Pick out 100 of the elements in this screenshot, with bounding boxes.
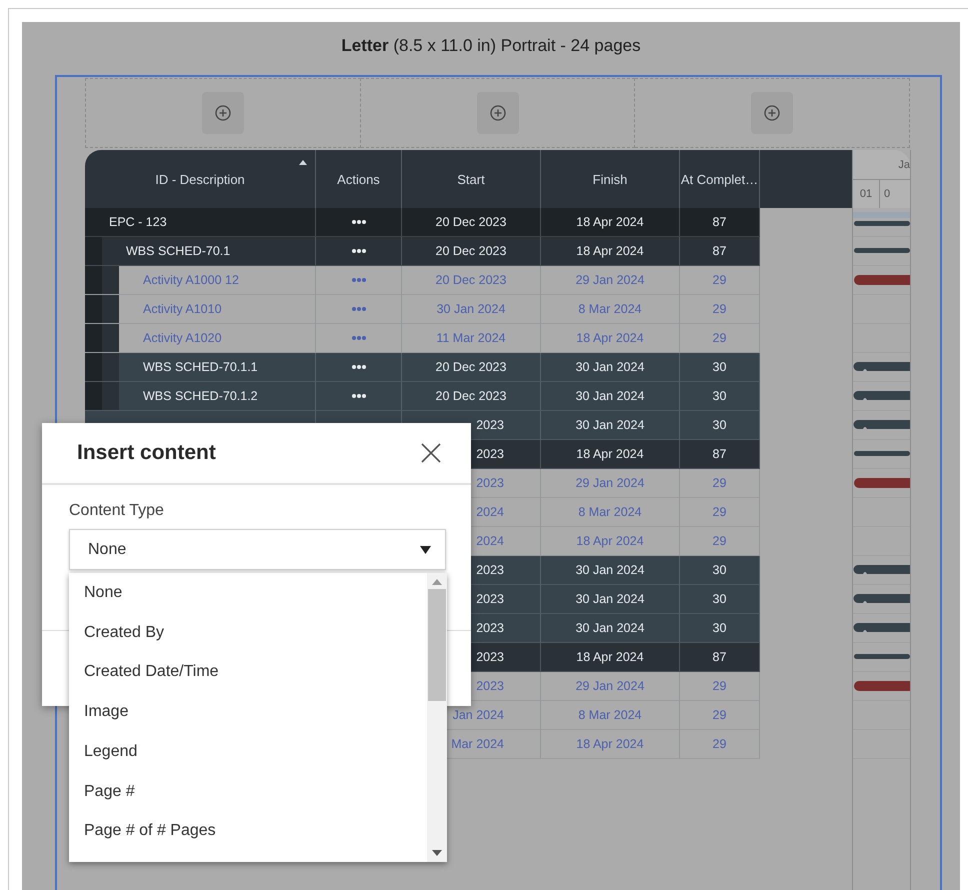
indent-marker — [102, 266, 119, 294]
dropdown-option[interactable]: Created Date/Time — [69, 663, 427, 704]
table-cell: 29 Jan 2024 — [576, 476, 644, 490]
table-cell: 29 — [712, 476, 726, 490]
table-cell: 20 Dec 2023 — [436, 360, 506, 374]
table-cell: 18 Apr 2024 — [576, 331, 644, 345]
add-icon — [764, 105, 780, 121]
indent-marker — [102, 382, 119, 410]
dropdown-option[interactable]: Page # — [69, 782, 427, 822]
table-cell: 29 — [712, 273, 726, 287]
indent-marker — [102, 324, 119, 352]
field-label: Content Type — [69, 502, 165, 520]
table-cell: 11 Mar 2024 — [436, 331, 506, 345]
scroll-down-icon[interactable] — [432, 850, 442, 856]
table-cell: 30 Jan 2024 — [576, 389, 644, 403]
table-cell: 29 — [712, 708, 726, 722]
table-cell: 29 — [712, 505, 726, 519]
dropdown-option[interactable]: Page # of # Pages — [69, 822, 427, 862]
table-cell: 30 — [712, 360, 726, 374]
indent-marker — [85, 324, 102, 352]
row-title: WBS SCHED-70.1.1 — [143, 360, 258, 374]
table-cell: 2023 — [476, 650, 504, 664]
add-button[interactable] — [202, 92, 244, 134]
table-cell: 30 Jan 2024 — [576, 621, 644, 635]
day-label: 01 — [853, 180, 880, 208]
add-button[interactable] — [476, 92, 518, 134]
table-row[interactable]: WBS SCHED-70.1.1 20 Dec 2023 30 Jan 2024 30 — [85, 353, 760, 382]
table-cell: 29 — [712, 331, 726, 345]
table-cell: 29 — [712, 679, 726, 693]
add-button[interactable] — [751, 92, 794, 134]
table-cell: 20 Dec 2023 — [436, 215, 506, 229]
table-cell: 2023 — [476, 476, 504, 490]
table-cell: 29 — [712, 302, 726, 316]
table-cell: 30 — [712, 592, 726, 606]
caret-icon — [420, 546, 431, 554]
table-cell: 30 — [712, 418, 726, 432]
table-cell: 20 Dec 2023 — [436, 244, 506, 258]
table-row[interactable]: EPC - 123 20 Dec 2023 18 Apr 2024 87 — [85, 208, 760, 237]
more-icon[interactable] — [350, 393, 366, 399]
table-cell: 30 Jan 2024 — [436, 302, 506, 316]
table-cell: 2023 — [476, 679, 504, 693]
table-cell: 30 Jan 2024 — [576, 592, 644, 606]
indent-marker — [85, 266, 102, 294]
table-cell: 2023 — [476, 621, 504, 635]
table-cell: 18 Apr 2024 — [576, 534, 644, 548]
table-cell: 30 Jan 2024 — [576, 418, 644, 432]
table-cell: 18 Apr 2024 — [576, 650, 644, 664]
table-cell: 30 Jan 2024 — [576, 360, 644, 374]
table-cell: 2023 — [476, 563, 504, 577]
table-cell: 18 Apr 2024 — [576, 215, 644, 229]
row-title: Activity A1000 12 — [143, 273, 239, 287]
table-cell: 87 — [712, 215, 726, 229]
dropdown-option[interactable]: Image — [69, 703, 427, 743]
row-title: WBS SCHED-70.1 — [126, 244, 230, 258]
table-cell: 18 Apr 2024 — [576, 244, 644, 258]
table-cell: 8 Mar 2024 — [578, 302, 642, 316]
table-cell: 30 — [712, 621, 726, 635]
table-cell: 29 Jan 2024 — [576, 273, 644, 287]
indent-marker — [85, 295, 102, 323]
table-cell: Mar 2024 — [451, 737, 504, 751]
dropdown-option[interactable]: Legend — [69, 742, 427, 783]
close-button[interactable] — [421, 443, 441, 463]
row-title: Activity A1020 — [143, 331, 222, 345]
table-cell: 87 — [712, 650, 726, 664]
table-cell: 18 Apr 2024 — [576, 447, 644, 461]
row-title: EPC - 123 — [109, 215, 167, 229]
table-cell: 8 Mar 2024 — [578, 505, 642, 519]
indent-marker — [85, 237, 102, 265]
page-title: Letter (8.5 x 11.0 in) Portrait - 24 pages — [340, 35, 642, 57]
table-cell: 29 — [712, 737, 726, 751]
row-title: WBS SCHED-70.1.2 — [143, 389, 258, 403]
day-label: 0 — [883, 187, 892, 202]
content-type-dropdown[interactable]: None — [69, 529, 446, 570]
table-cell: 2024 — [476, 534, 504, 548]
table-cell: 29 Jan 2024 — [576, 679, 644, 693]
dropdown-option[interactable]: None — [69, 584, 427, 624]
sort-icon[interactable] — [299, 160, 307, 165]
table-cell: 87 — [712, 447, 726, 461]
dropdown-option[interactable]: Created By — [69, 624, 427, 664]
table-cell: 18 Apr 2024 — [576, 737, 644, 751]
close-icon — [421, 443, 441, 463]
more-icon[interactable] — [350, 219, 366, 225]
table-cell: 2024 — [476, 505, 504, 519]
table-cell: 20 Dec 2023 — [436, 273, 506, 287]
month-label: Ja — [898, 158, 910, 170]
more-icon[interactable] — [350, 364, 366, 370]
table-cell: 29 — [712, 534, 726, 548]
scrollbar[interactable] — [427, 573, 447, 862]
table-row[interactable]: WBS SCHED-70.1.2 20 Dec 2023 30 Jan 2024 30 — [85, 382, 760, 411]
more-icon[interactable] — [350, 248, 366, 254]
table-cell: Jan 2024 — [452, 708, 504, 722]
table-cell: 20 Dec 2023 — [436, 389, 506, 403]
table-cell: 8 Mar 2024 — [578, 708, 642, 722]
add-icon — [490, 105, 506, 121]
table-row[interactable]: WBS SCHED-70.1 20 Dec 2023 18 Apr 2024 87 — [85, 237, 760, 266]
row-title: Activity A1010 — [143, 302, 222, 316]
dialog-title: Insert content — [77, 441, 216, 465]
table-cell: 2023 — [476, 418, 504, 432]
add-icon — [214, 105, 231, 121]
indent-marker — [102, 295, 119, 323]
